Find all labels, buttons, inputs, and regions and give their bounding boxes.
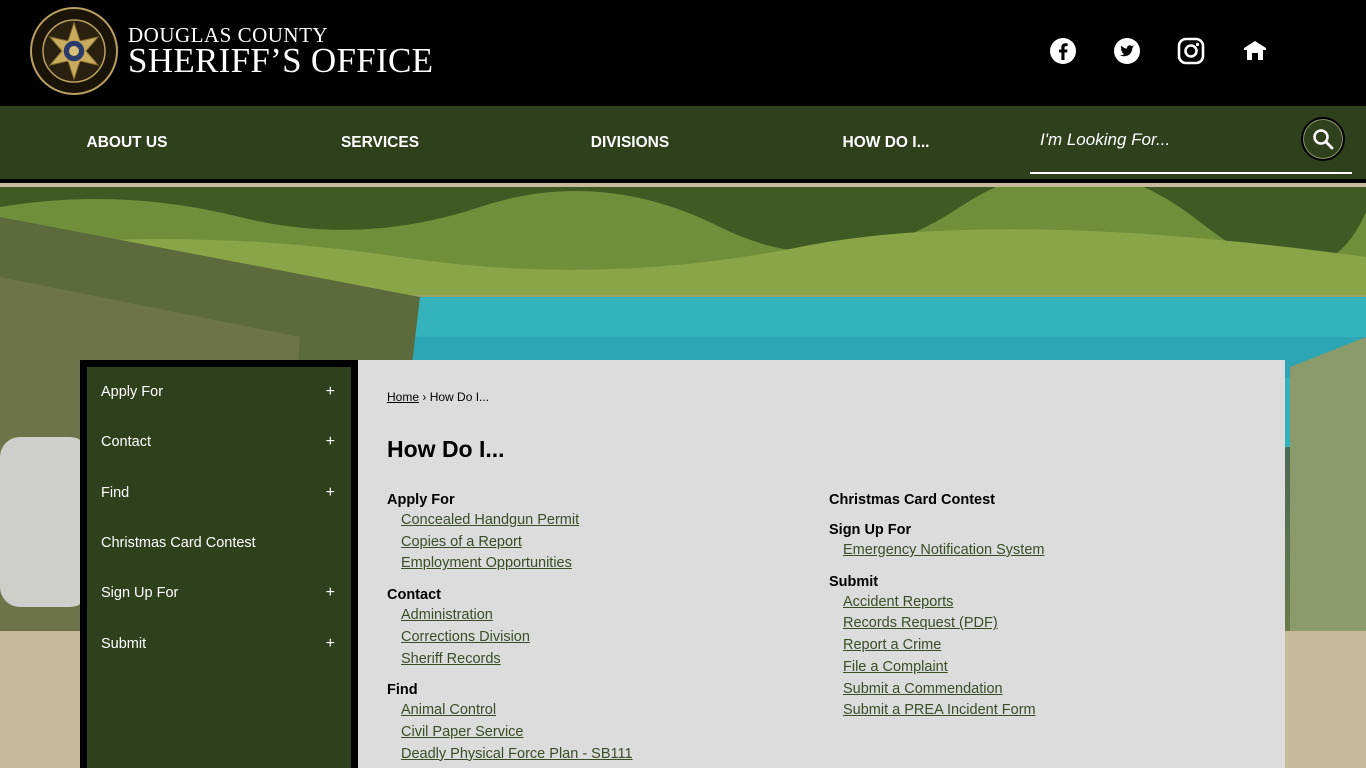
main-navigation: ABOUT US SERVICES DIVISIONS HOW DO I... [0, 106, 1366, 183]
main-content: Home › How Do I... How Do I... Apply For… [358, 360, 1285, 768]
expand-plus-icon[interactable]: + [326, 635, 335, 653]
link-report-a-crime[interactable]: Report a Crime [843, 635, 1044, 657]
link-submit-prea-incident-form[interactable]: Submit a PREA Incident Form [843, 700, 1044, 722]
site-brand[interactable]: DOUGLAS COUNTY SHERIFF’S OFFICE [128, 25, 434, 80]
breadcrumb-current: How Do I... [429, 390, 490, 404]
nextdoor-icon[interactable] [1240, 36, 1270, 66]
brand-line-office: SHERIFF’S OFFICE [128, 41, 434, 80]
expand-plus-icon[interactable]: + [326, 484, 335, 502]
side-item-submit[interactable]: Submit + [87, 618, 351, 668]
breadcrumb: Home › How Do I... [387, 390, 489, 404]
search-input[interactable] [1030, 106, 1290, 174]
site-header: DOUGLAS COUNTY SHERIFF’S OFFICE [0, 0, 1366, 106]
side-item-label: Find [101, 484, 130, 501]
link-accident-reports[interactable]: Accident Reports [843, 592, 1044, 614]
category-find[interactable]: Find [387, 680, 633, 700]
link-civil-paper-service[interactable]: Civil Paper Service [401, 722, 633, 744]
link-concealed-handgun-permit[interactable]: Concealed Handgun Permit [401, 510, 633, 532]
link-sheriff-records[interactable]: Sheriff Records [401, 649, 633, 671]
facebook-icon[interactable] [1048, 36, 1078, 66]
side-item-christmas-card-contest[interactable]: Christmas Card Contest [87, 518, 351, 568]
nav-divisions[interactable]: DIVISIONS [565, 106, 695, 179]
side-item-apply-for[interactable]: Apply For + [87, 367, 351, 417]
instagram-icon[interactable] [1176, 36, 1206, 66]
twitter-icon[interactable] [1112, 36, 1142, 66]
expand-plus-icon[interactable]: + [326, 433, 335, 451]
link-corrections-division[interactable]: Corrections Division [401, 627, 633, 649]
side-item-label: Contact [101, 434, 151, 451]
side-item-label: Sign Up For [101, 585, 179, 602]
search-icon [1313, 129, 1334, 150]
nav-services[interactable]: SERVICES [315, 106, 445, 179]
category-apply-for[interactable]: Apply For [387, 490, 633, 510]
link-file-a-complaint[interactable]: File a Complaint [843, 657, 1044, 679]
link-animal-control[interactable]: Animal Control [401, 700, 633, 722]
page-title: How Do I... [387, 436, 505, 462]
side-item-contact[interactable]: Contact + [87, 417, 351, 467]
category-submit[interactable]: Submit [829, 572, 1044, 592]
link-emergency-notification-system[interactable]: Emergency Notification System [843, 540, 1044, 562]
side-item-find[interactable]: Find + [87, 468, 351, 518]
category-christmas-card-contest[interactable]: Christmas Card Contest [829, 490, 1044, 510]
side-menu-list: Apply For + Contact + Find + Christmas C… [87, 367, 351, 768]
nav-about-us[interactable]: ABOUT US [62, 106, 192, 179]
link-employment-opportunities[interactable]: Employment Opportunities [401, 553, 633, 575]
link-administration[interactable]: Administration [401, 605, 633, 627]
link-records-request[interactable]: Records Request (PDF) [843, 613, 1044, 635]
side-item-label: Christmas Card Contest [101, 535, 256, 552]
right-link-column: Christmas Card Contest Sign Up For Emerg… [829, 490, 1044, 722]
side-item-sign-up-for[interactable]: Sign Up For + [87, 568, 351, 618]
breadcrumb-separator: › [422, 390, 427, 404]
link-submit-a-commendation[interactable]: Submit a Commendation [843, 679, 1044, 701]
nav-how-do-i[interactable]: HOW DO I... [821, 106, 951, 179]
left-link-column: Apply For Concealed Handgun Permit Copie… [387, 490, 633, 765]
side-menu: Apply For + Contact + Find + Christmas C… [80, 360, 358, 768]
category-sign-up-for[interactable]: Sign Up For [829, 520, 1044, 540]
link-copies-of-a-report[interactable]: Copies of a Report [401, 532, 633, 554]
search-button[interactable] [1301, 117, 1345, 161]
category-contact[interactable]: Contact [387, 585, 633, 605]
breadcrumb-home-link[interactable]: Home [387, 390, 419, 404]
side-item-label: Submit [101, 635, 147, 652]
side-item-label: Apply For [101, 384, 164, 401]
expand-plus-icon[interactable]: + [326, 584, 335, 602]
link-deadly-physical-force-plan[interactable]: Deadly Physical Force Plan - SB111 [401, 744, 633, 766]
expand-plus-icon[interactable]: + [326, 383, 335, 401]
sheriff-badge-logo[interactable] [30, 7, 118, 95]
